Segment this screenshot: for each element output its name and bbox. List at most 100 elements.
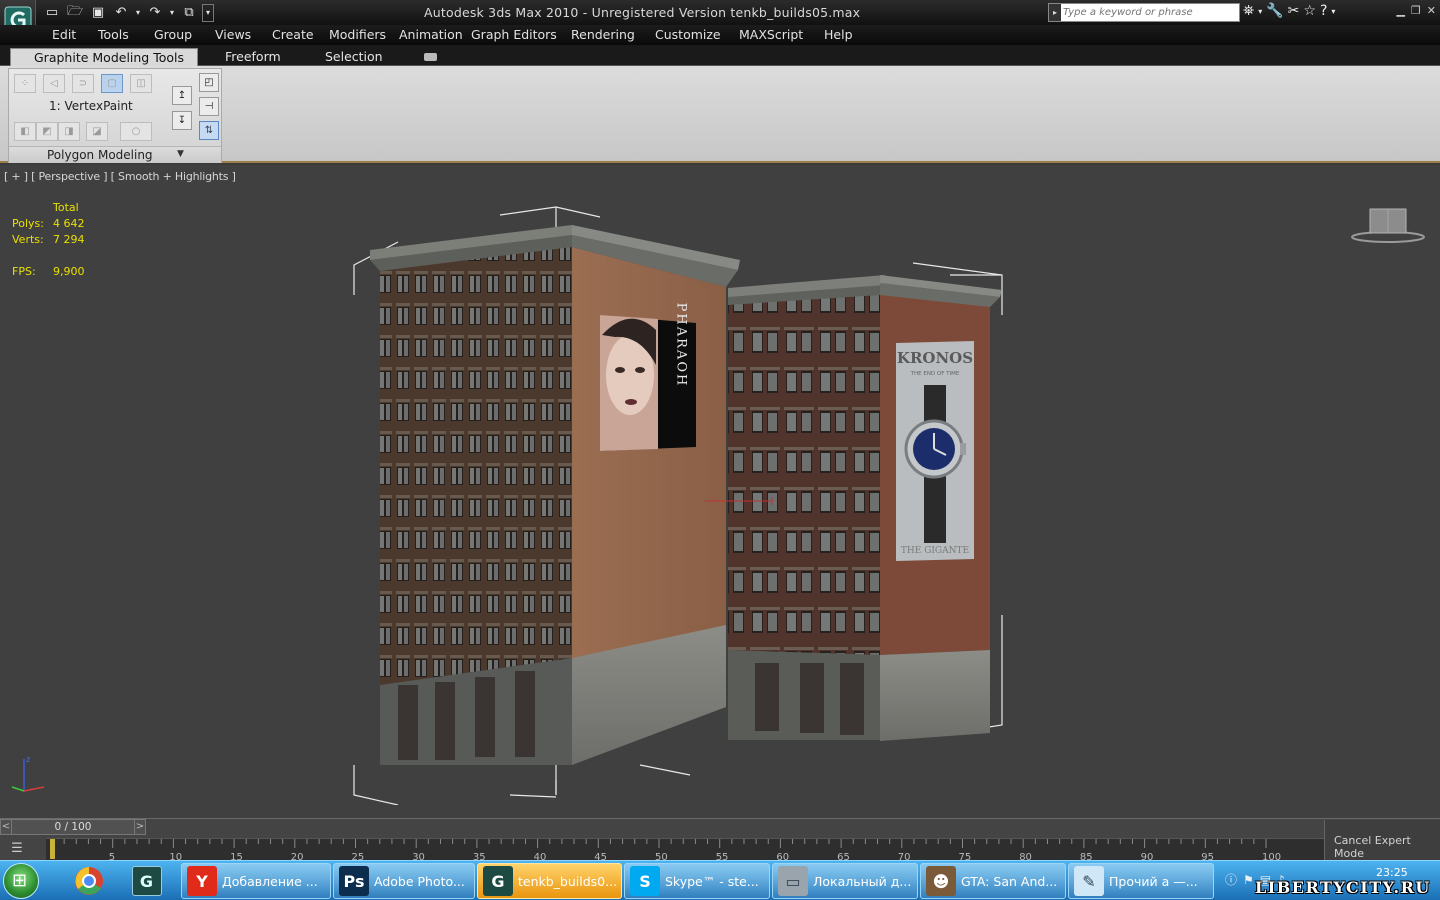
stats-header: Total — [53, 201, 79, 214]
help-dropdown-icon[interactable]: ▾ — [1331, 3, 1335, 19]
border-mode-icon[interactable]: ⊃ — [72, 74, 94, 93]
menu-graph-editors[interactable]: Graph Editors — [471, 27, 557, 42]
search-expand-icon[interactable]: ▸ — [1049, 4, 1061, 21]
time-slider[interactable]: < 0 / 100 > — [0, 819, 155, 835]
infocenter-search: ▸ — [1048, 3, 1240, 22]
tab-freeform[interactable]: Freeform — [225, 49, 281, 64]
taskbar-task-3dsmax[interactable]: Gtenkb_builds0... — [477, 863, 622, 899]
infocenter-tools: ⛯ ▾ 🔧 ✂ ☆ ? ▾ — [1243, 3, 1335, 19]
windows-logo-icon: ⊞ — [12, 870, 28, 891]
help-icon[interactable]: ? — [1320, 3, 1327, 19]
modifier-stack-label: 1: VertexPaint — [49, 99, 133, 113]
open-folder-icon[interactable]: 🗁 — [65, 4, 85, 22]
undo-icon[interactable]: ↶ — [111, 4, 131, 22]
start-button[interactable]: ⊞ — [3, 863, 39, 899]
menu-edit[interactable]: Edit — [52, 27, 76, 42]
new-file-icon[interactable]: ▭ — [42, 4, 62, 22]
show-hidden-icons[interactable]: ⓘ — [1225, 873, 1243, 887]
taskbar-task-label: tenkb_builds0... — [518, 873, 618, 889]
qat-customize-icon[interactable]: ▾ — [202, 3, 214, 22]
menu-rendering[interactable]: Rendering — [571, 27, 635, 42]
verts-label: Verts: — [12, 233, 44, 246]
restore-icon[interactable]: ❐ — [1411, 4, 1421, 17]
preview-icon[interactable]: ○ — [120, 122, 152, 141]
element-mode-icon[interactable]: ◫ — [130, 74, 152, 93]
menu-modifiers[interactable]: Modifiers — [329, 27, 386, 42]
taskbar-task-photoshop[interactable]: Ps Adobe Photo... — [333, 863, 475, 899]
open-mini-curve-editor-icon[interactable]: ☰ — [6, 841, 28, 859]
taskbar-task-drive[interactable]: ▭ Локальный д... — [772, 863, 918, 899]
tab-selection[interactable]: Selection — [325, 49, 383, 64]
pin-stack-icon[interactable]: ◩ — [36, 122, 58, 141]
subscription-icon[interactable]: 🔧 — [1266, 3, 1283, 19]
building-2: KRONOS THE END OF TIME THE GIGANTE — [728, 275, 1002, 741]
menu-help[interactable]: Help — [824, 27, 853, 42]
menu-create[interactable]: Create — [272, 27, 314, 42]
viewcube-icon[interactable] — [1350, 205, 1426, 245]
vertex-mode-icon[interactable]: ⁘ — [14, 74, 36, 93]
panel-footer[interactable]: Polygon Modeling ▼ — [9, 146, 221, 163]
favorites-star-icon[interactable]: ☆ — [1303, 3, 1316, 19]
scene-buildings[interactable]: PHARAOH KRONOS THE END OF TIME THE GIGAN… — [340, 205, 1020, 805]
billboard-pharaoh: PHARAOH — [600, 303, 696, 451]
menu-views[interactable]: Views — [215, 27, 251, 42]
taskbar-task-gta[interactable]: ☻ GTA: San And... — [920, 863, 1066, 899]
save-icon[interactable]: ▣ — [88, 4, 108, 22]
project-folder-icon[interactable]: ⧉ — [179, 4, 199, 22]
taskbar-task-skype[interactable]: S Skype™ - ste... — [624, 863, 770, 899]
yandex-browser-icon: Y — [187, 866, 217, 896]
toggle-modifier-icon[interactable]: ⇅ — [199, 121, 219, 140]
drive-icon: ▭ — [778, 866, 808, 896]
close-icon[interactable]: ✕ — [1427, 4, 1436, 17]
current-frame-marker[interactable] — [50, 839, 55, 859]
redo-dropdown-icon[interactable]: ▾ — [168, 4, 176, 22]
libertycity-watermark: LIBERTYCITY.RU — [1255, 878, 1431, 897]
ribbon-minimize-toggle[interactable] — [424, 53, 437, 61]
taskbar-task-document[interactable]: ✎ Прочий а —... — [1068, 863, 1214, 899]
chrome-pinned[interactable] — [62, 863, 116, 899]
building-1: PHARAOH — [370, 225, 740, 765]
next-modifier-icon[interactable]: ↧ — [172, 111, 192, 130]
taskbar-task-label: Adobe Photo... — [374, 873, 465, 889]
menu-customize[interactable]: Customize — [655, 27, 721, 42]
track-bar[interactable]: 5 10 15 20 25 30 35 40 45 50 55 60 65 70 75 80 85 90 95 100 — [46, 838, 1324, 863]
undo-dropdown-icon[interactable]: ▾ — [134, 4, 142, 22]
binoculars-dropdown-icon[interactable]: ▾ — [1258, 3, 1262, 19]
make-unique-icon[interactable]: ◨ — [58, 122, 80, 141]
show-end-result-icon[interactable]: ◧ — [14, 122, 36, 141]
communication-icon[interactable]: ✂ — [1288, 3, 1300, 19]
collapse-stack-icon[interactable]: ◪ — [86, 122, 108, 141]
axis-tripod-icon: z — [11, 755, 45, 792]
taskbar-task-label: Skype™ - ste... — [665, 873, 759, 889]
cancel-expert-mode-button[interactable]: Cancel Expert Mode — [1324, 820, 1440, 860]
billboard-kronos-tagline: THE END OF TIME — [910, 371, 960, 377]
edge-mode-icon[interactable]: ◁ — [43, 74, 65, 93]
binoculars-icon[interactable]: ⛯ — [1243, 3, 1254, 19]
perspective-viewport[interactable]: [ + ] [ Perspective ] [ Smooth + Highlig… — [0, 165, 1440, 818]
pin-icon[interactable]: ⊣ — [199, 97, 219, 116]
prev-frame-button[interactable]: < — [0, 819, 12, 835]
viewport-label-menu[interactable]: [ + ] [ Perspective ] [ Smooth + Highlig… — [4, 170, 236, 183]
menu-group[interactable]: Group — [154, 27, 192, 42]
fps-label: FPS: — [12, 265, 36, 278]
previous-modifier-icon[interactable]: ↥ — [172, 86, 192, 105]
taskbar-task-yandex-browser[interactable]: Y Добавление ... — [181, 863, 331, 899]
billboard-kronos-brand: KRONOS — [897, 349, 973, 367]
redo-icon[interactable]: ↷ — [145, 4, 165, 22]
polygon-mode-icon[interactable]: ▢ — [101, 74, 123, 93]
fps-value: 9,900 — [53, 265, 85, 278]
search-input[interactable] — [1063, 5, 1235, 20]
use-soft-selection-icon[interactable]: ◰ — [199, 73, 219, 92]
menu-animation[interactable]: Animation — [399, 27, 463, 42]
billboard-kronos-caption: THE GIGANTE — [901, 546, 969, 556]
menu-tools[interactable]: Tools — [98, 27, 129, 42]
panel-expand-icon[interactable]: ▼ — [177, 149, 184, 159]
polygon-modeling-panel: ⁘ ◁ ⊃ ▢ ◫ 1: VertexPaint ◧ ◩ ◨ ◪ ○ ↥ ↧ ◰… — [8, 68, 222, 163]
tab-graphite-modeling-tools[interactable]: Graphite Modeling Tools — [10, 48, 198, 67]
next-frame-button[interactable]: > — [134, 819, 146, 835]
minimize-icon[interactable]: ▁ — [1396, 4, 1404, 17]
3dsmax-pinned[interactable]: G — [122, 863, 176, 899]
frame-display[interactable]: 0 / 100 — [12, 819, 134, 835]
menu-maxscript[interactable]: MAXScript — [739, 27, 803, 42]
polys-label: Polys: — [12, 217, 44, 230]
